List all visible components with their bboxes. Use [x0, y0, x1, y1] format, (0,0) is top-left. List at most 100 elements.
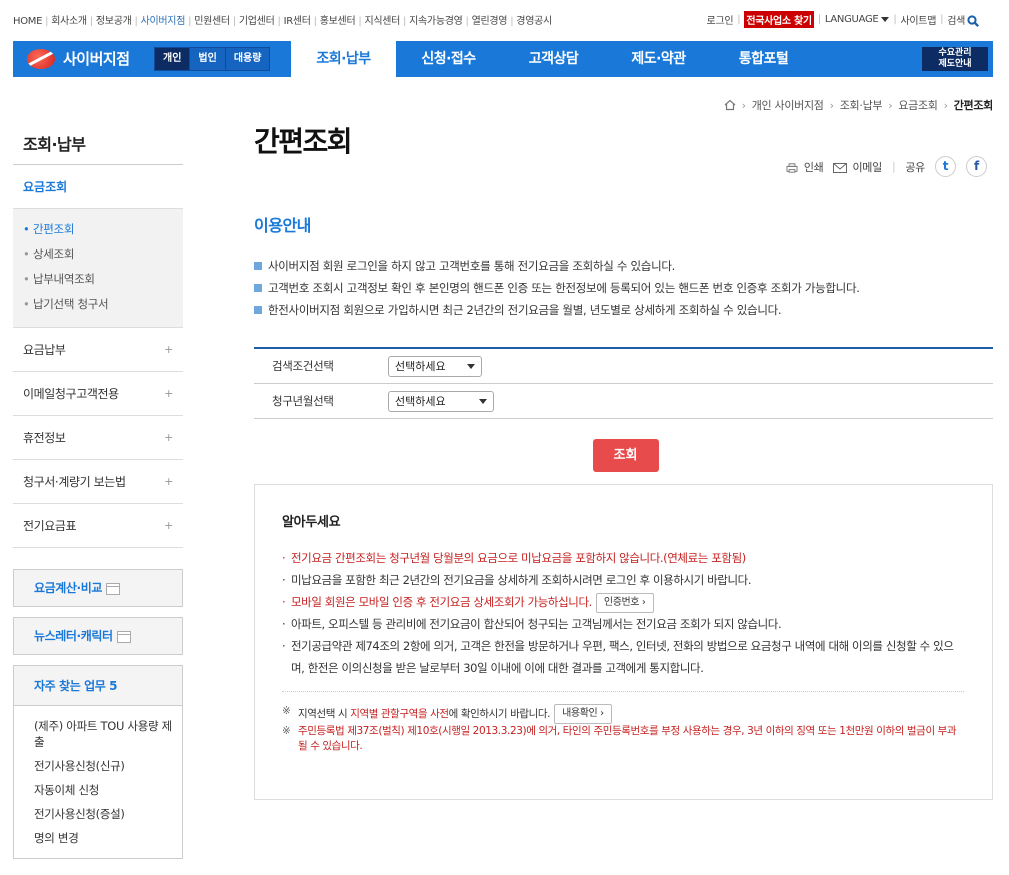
office-finder-link[interactable]: 전국사업소 찾기 — [744, 11, 814, 28]
sidebar-item-label: 청구서·계량기 보는법 — [23, 475, 126, 489]
sidebar-subitem-due-bill[interactable]: 납기선택 청구서 — [23, 292, 173, 317]
plus-icon: + — [164, 475, 173, 488]
facebook-icon[interactable]: f — [966, 156, 987, 177]
util-link-civil[interactable]: 민원센터 — [194, 12, 230, 27]
search-form: 검색조건선택 선택하세요 청구년월선택 선택하세요 — [254, 347, 993, 419]
fine-text: 지역선택 시 — [298, 708, 351, 720]
sidebar-item-payment[interactable]: 요금납부 + — [13, 328, 183, 372]
search-condition-label: 검색조건선택 — [272, 359, 334, 373]
language-select[interactable]: LANGUAGE — [825, 14, 890, 25]
plus-icon: + — [164, 519, 173, 532]
chevron-right-icon: › — [943, 98, 948, 112]
frequent-task-item[interactable]: 전기사용신청(증설) — [34, 802, 172, 826]
demand-guide-button[interactable]: 수요관리 제도안내 — [922, 47, 988, 71]
utility-nav: HOME | 회사소개 | 정보공개 | 사이버지점 | 민원센터 | 기업센터 | IR센터 | 홍보센터… — [13, 12, 552, 27]
logo-text: 사이버지점 — [63, 50, 130, 68]
print-icon — [786, 162, 798, 173]
sidebar-item-label: 요금납부 — [23, 343, 66, 357]
demand-line-2: 제도안내 — [938, 59, 972, 69]
nav-consult[interactable]: 고객상담 — [501, 41, 606, 77]
email-button[interactable]: 이메일 — [833, 159, 882, 175]
confirm-content-button[interactable]: 내용확인 › — [554, 704, 612, 724]
section-title: 이용안내 — [254, 216, 311, 235]
billing-month-select[interactable]: 선택하세요 — [388, 390, 494, 412]
home-icon[interactable] — [724, 99, 736, 111]
sidebar-item-fee-query[interactable]: 요금조회 — [13, 165, 183, 209]
new-window-icon — [116, 630, 131, 643]
confirm-content-label: 내용확인 — [562, 708, 598, 719]
util-link-info[interactable]: 정보공개 — [96, 12, 132, 27]
nav-query-pay[interactable]: 조회·납부 — [291, 41, 396, 77]
sidebar-item-rate-table[interactable]: 전기요금표 + — [13, 504, 183, 548]
select-value: 선택하세요 — [395, 394, 446, 408]
notice-list: 전기요금 간편조회는 청구년월 당월분의 요금으로 미납요금을 포함하지 않습니… — [282, 547, 964, 679]
sidebar: 조회·납부 요금조회 간편조회 상세조회 납부내역조회 납기선택 청구서 요금납… — [13, 125, 183, 859]
util-link-knowledge[interactable]: 지식센터 — [364, 12, 400, 27]
nav-portal[interactable]: 통합포털 — [711, 41, 816, 77]
sidebar-sublist: 간편조회 상세조회 납부내역조회 납기선택 청구서 — [13, 209, 183, 328]
plus-icon: + — [164, 343, 173, 356]
breadcrumb-item[interactable]: 요금조회 — [898, 97, 938, 113]
chevron-right-icon: › — [741, 98, 746, 112]
sidebar-item-label: 이메일청구고객전용 — [23, 387, 119, 401]
frequent-task-item[interactable]: 전기사용신청(신규) — [34, 754, 172, 778]
search-condition-select[interactable]: 선택하세요 — [388, 355, 482, 377]
auth-number-button[interactable]: 인증번호 › — [595, 592, 654, 613]
util-link-sustain[interactable]: 지속가능경영 — [409, 12, 463, 27]
plus-icon: + — [164, 431, 173, 444]
sidebar-subitem-simple[interactable]: 간편조회 — [23, 217, 173, 242]
global-nav: 사이버지점 개인 법인 대용량 조회·납부 신청·접수 고객상담 제도·약관 통… — [13, 41, 993, 77]
sidebar-subitem-detail[interactable]: 상세조회 — [23, 242, 173, 267]
main-content: 간편조회 인쇄 이메일 | 공유 t f 이용안내 사이버지점 회원 로그인을 … — [254, 120, 993, 800]
notice-item-text: 모바일 회원은 모바일 인증 후 전기요금 상세조회가 가능하십니다. — [291, 595, 592, 609]
util-link-home[interactable]: HOME — [13, 16, 42, 27]
guide-item: 고객번호 조회시 고객정보 확인 후 본인명의 핸드폰 인증 또는 한전정보에 … — [254, 277, 993, 299]
caret-down-icon — [881, 16, 890, 22]
newsletter-label: 뉴스레터·캐릭터 — [34, 629, 113, 643]
frequent-task-item[interactable]: 자동이체 신청 — [34, 778, 172, 802]
newsletter-link[interactable]: 뉴스레터·캐릭터 — [13, 617, 183, 655]
breadcrumb-item[interactable]: 조회·납부 — [840, 97, 883, 113]
tab-corporate[interactable]: 법인 — [190, 48, 226, 70]
notice-item: 미납요금을 포함한 최근 2년간의 전기요금을 상세하게 조회하시려면 로그인 … — [282, 569, 964, 591]
login-link[interactable]: 로그인 — [707, 12, 734, 27]
search-label: 검색 — [947, 16, 965, 27]
util-link-disclosure[interactable]: 경영공시 — [516, 12, 552, 27]
chevron-right-icon: › — [600, 708, 604, 719]
page-tools: 인쇄 이메일 | 공유 t f — [785, 156, 987, 177]
demand-line-1: 수요관리 — [938, 48, 972, 58]
sidebar-menu: 요금납부 + 이메일청구고객전용 + 휴전정보 + 청구서·계량기 보는법 + 전기요금… — [13, 328, 183, 548]
nav-apply[interactable]: 신청·접수 — [396, 41, 501, 77]
frequent-task-item[interactable]: 명의 변경 — [34, 826, 172, 850]
util-link-ir[interactable]: IR센터 — [284, 12, 311, 27]
guide-item: 한전사이버지점 회원으로 가입하시면 최근 2년간의 전기요금을 월별, 년도별… — [254, 299, 993, 321]
query-button[interactable]: 조회 — [592, 439, 659, 472]
util-link-open[interactable]: 열린경영 — [472, 12, 508, 27]
fine-highlight: 지역별 관할구역을 사전 — [350, 708, 449, 720]
sidebar-item-bill-guide[interactable]: 청구서·계량기 보는법 + — [13, 460, 183, 504]
breadcrumb-current: 간편조회 — [953, 99, 994, 112]
notice-title: 알아두세요 — [282, 515, 341, 530]
sitemap-link[interactable]: 사이트맵 — [901, 12, 937, 27]
twitter-icon[interactable]: t — [935, 156, 956, 177]
frequent-task-item[interactable]: (제주) 아파트 TOU 사용량 제출 — [34, 714, 172, 754]
search-link[interactable]: 검색 — [947, 12, 979, 27]
tab-personal[interactable]: 개인 — [155, 48, 191, 70]
sidebar-subitem-history[interactable]: 납부내역조회 — [23, 267, 173, 292]
frequent-tasks-list: (제주) 아파트 TOU 사용량 제출 전기사용신청(신규) 자동이체 신청 전… — [14, 706, 182, 858]
breadcrumb-item[interactable]: 개인 사이버지점 — [752, 97, 824, 113]
util-link-cyber[interactable]: 사이버지점 — [141, 12, 186, 27]
sidebar-item-email-bill[interactable]: 이메일청구고객전용 + — [13, 372, 183, 416]
breadcrumb: › 개인 사이버지점 › 조회·납부 › 요금조회 › 간편조회 — [724, 97, 993, 113]
tab-bulk[interactable]: 대용량 — [226, 48, 270, 70]
util-link-pr[interactable]: 홍보센터 — [320, 12, 356, 27]
sidebar-item-outage[interactable]: 휴전정보 + — [13, 416, 183, 460]
print-button[interactable]: 인쇄 — [785, 159, 824, 175]
util-link-biz[interactable]: 기업센터 — [239, 12, 275, 27]
search-row: 검색조건선택 선택하세요 — [254, 349, 993, 384]
nav-policy[interactable]: 제도·약관 — [606, 41, 711, 77]
util-link-company[interactable]: 회사소개 — [51, 12, 87, 27]
fee-calc-label: 요금계산·비교 — [34, 581, 102, 595]
fee-calc-link[interactable]: 요금계산·비교 — [13, 569, 183, 607]
logo[interactable]: 사이버지점 — [27, 48, 130, 69]
